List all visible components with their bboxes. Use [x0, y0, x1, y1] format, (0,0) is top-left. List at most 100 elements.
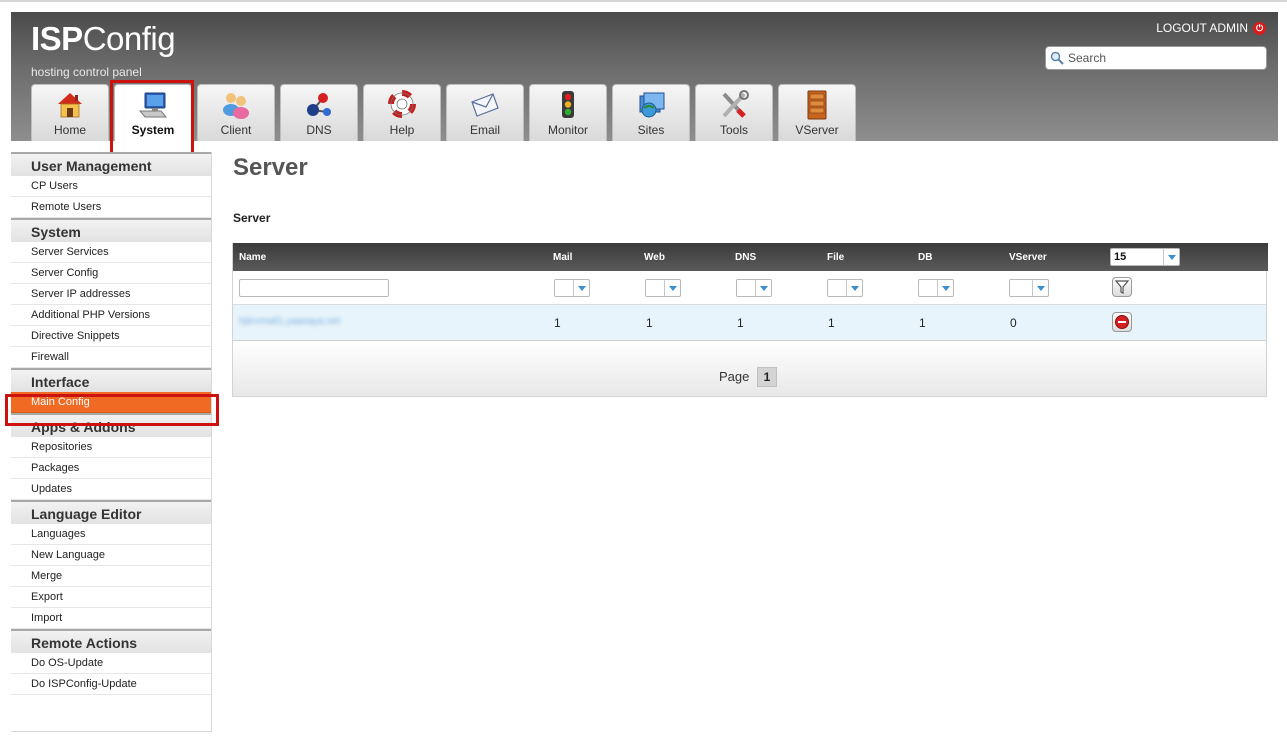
- tab-label: Help: [389, 123, 415, 137]
- pagination: Page 1: [233, 341, 1266, 396]
- db-filter-select[interactable]: [918, 279, 954, 297]
- column-header-dns[interactable]: DNS: [735, 252, 756, 263]
- chevron-down-icon: [1032, 280, 1048, 296]
- tab-sites[interactable]: Sites: [612, 84, 690, 141]
- page-number-button[interactable]: 1: [757, 367, 777, 387]
- vserver-filter-select[interactable]: [1009, 279, 1049, 297]
- column-header-mail[interactable]: Mail: [553, 252, 572, 263]
- search-input[interactable]: [1064, 48, 1254, 68]
- sidebar-item-cp-users[interactable]: CP Users: [11, 176, 211, 197]
- sidebar-group-apps-addons: Apps & Addons: [11, 413, 211, 437]
- page-title: Server: [233, 154, 308, 181]
- delete-icon: [1115, 315, 1129, 329]
- logout-label: LOGOUT ADMIN: [1156, 21, 1248, 35]
- sidebar-item-new-language[interactable]: New Language: [11, 545, 211, 566]
- sidebar-item-main-config[interactable]: Main Config: [11, 392, 211, 413]
- cell-db: 1: [919, 316, 926, 330]
- users-icon: [223, 93, 249, 119]
- column-header-vserver[interactable]: VServer: [1009, 252, 1047, 263]
- delete-button[interactable]: [1112, 312, 1132, 332]
- web-filter-select[interactable]: [645, 279, 681, 297]
- traffic-light-icon: [562, 91, 574, 118]
- sidebar-group-remote-actions: Remote Actions: [11, 629, 211, 653]
- column-header-name[interactable]: Name: [239, 252, 266, 263]
- app-logo: ISPConfig: [31, 20, 176, 57]
- funnel-icon: [1114, 280, 1130, 294]
- sidebar-item-merge[interactable]: Merge: [11, 566, 211, 587]
- network-icon: [307, 93, 331, 116]
- tab-label: VServer: [795, 123, 839, 137]
- cabinet-icon: [807, 90, 827, 120]
- sidebar-group-interface: Interface: [11, 368, 211, 392]
- tab-email[interactable]: Email: [446, 84, 524, 141]
- sidebar-item-additional-php-versions[interactable]: Additional PHP Versions: [11, 305, 211, 326]
- chevron-down-icon: [664, 280, 680, 296]
- dns-filter-select[interactable]: [736, 279, 772, 297]
- file-filter-select[interactable]: [827, 279, 863, 297]
- chevron-down-icon: [1163, 249, 1179, 265]
- chevron-down-icon: [937, 280, 953, 296]
- sidebar-item-server-config[interactable]: Server Config: [11, 263, 211, 284]
- sidebar-item-import[interactable]: Import: [11, 608, 211, 629]
- page-label: Page: [719, 369, 750, 384]
- cell-file: 1: [828, 316, 835, 330]
- tab-tools[interactable]: Tools: [695, 84, 773, 141]
- tab-client[interactable]: Client: [197, 84, 275, 141]
- power-icon: ⏻: [1253, 21, 1266, 35]
- per-page-select[interactable]: 15: [1110, 248, 1180, 266]
- sidebar-item-directive-snippets[interactable]: Directive Snippets: [11, 326, 211, 347]
- tab-label: System: [131, 123, 175, 137]
- server-name-link[interactable]: hjiirvmail1.yaasaya.net: [239, 316, 340, 327]
- tab-dns[interactable]: DNS: [280, 84, 358, 141]
- tab-label: DNS: [306, 123, 332, 137]
- column-header-web[interactable]: Web: [644, 252, 665, 263]
- filter-row: [233, 271, 1266, 305]
- column-header-file[interactable]: File: [827, 252, 844, 263]
- sidebar-item-updates[interactable]: Updates: [11, 479, 211, 500]
- tab-monitor[interactable]: Monitor: [529, 84, 607, 141]
- tools-icon: [722, 90, 749, 118]
- filter-button[interactable]: [1112, 277, 1132, 297]
- sidebar-item-export[interactable]: Export: [11, 587, 211, 608]
- sidebar-item-packages[interactable]: Packages: [11, 458, 211, 479]
- tab-label: Client: [220, 123, 252, 137]
- tab-system[interactable]: System: [114, 84, 192, 141]
- tab-label: Monitor: [547, 123, 588, 137]
- tab-label: Sites: [637, 123, 665, 137]
- logout-button[interactable]: LOGOUT ADMIN ⏻: [1156, 21, 1266, 35]
- lifebuoy-icon: [388, 90, 416, 118]
- tab-help[interactable]: Help: [363, 84, 441, 141]
- tab-label: Tools: [719, 123, 748, 137]
- sidebar-group-user-management: User Management: [11, 152, 211, 176]
- mail-filter-select[interactable]: [554, 279, 590, 297]
- name-filter-input[interactable]: [239, 279, 389, 297]
- sidebar-item-remote-users[interactable]: Remote Users: [11, 197, 211, 218]
- tab-home[interactable]: Home: [31, 84, 109, 141]
- chevron-down-icon: [846, 280, 862, 296]
- sites-icon: [639, 92, 665, 118]
- table-header: Name Mail Web DNS File DB VServer 15: [233, 243, 1268, 271]
- sidebar-item-do-ispconfig-update[interactable]: Do ISPConfig-Update: [11, 674, 211, 695]
- table-row[interactable]: hjiirvmail1.yaasaya.net 1 1 1 1 1 0: [233, 305, 1266, 341]
- tab-label: Email: [469, 123, 500, 137]
- app-subtitle: hosting control panel: [31, 65, 142, 79]
- sidebar-group-language-editor: Language Editor: [11, 500, 211, 524]
- envelope-icon: [471, 93, 499, 117]
- sidebar-item-repositories[interactable]: Repositories: [11, 437, 211, 458]
- sidebar-item-do-os-update[interactable]: Do OS-Update: [11, 653, 211, 674]
- tab-vserver[interactable]: VServer: [778, 84, 856, 141]
- chevron-down-icon: [755, 280, 771, 296]
- sidebar-item-languages[interactable]: Languages: [11, 524, 211, 545]
- sidebar: User Management CP Users Remote Users Sy…: [11, 152, 212, 732]
- computer-icon: [138, 92, 168, 118]
- sidebar-item-server-services[interactable]: Server Services: [11, 242, 211, 263]
- header-bar: ISPConfig hosting control panel LOGOUT A…: [11, 12, 1278, 141]
- sidebar-item-server-ip-addresses[interactable]: Server IP addresses: [11, 284, 211, 305]
- sidebar-item-firewall[interactable]: Firewall: [11, 347, 211, 368]
- cell-vserver: 0: [1010, 316, 1017, 330]
- column-header-db[interactable]: DB: [918, 252, 932, 263]
- search-box[interactable]: [1045, 46, 1267, 70]
- cell-dns: 1: [737, 316, 744, 330]
- cell-mail: 1: [554, 316, 561, 330]
- chevron-down-icon: [573, 280, 589, 296]
